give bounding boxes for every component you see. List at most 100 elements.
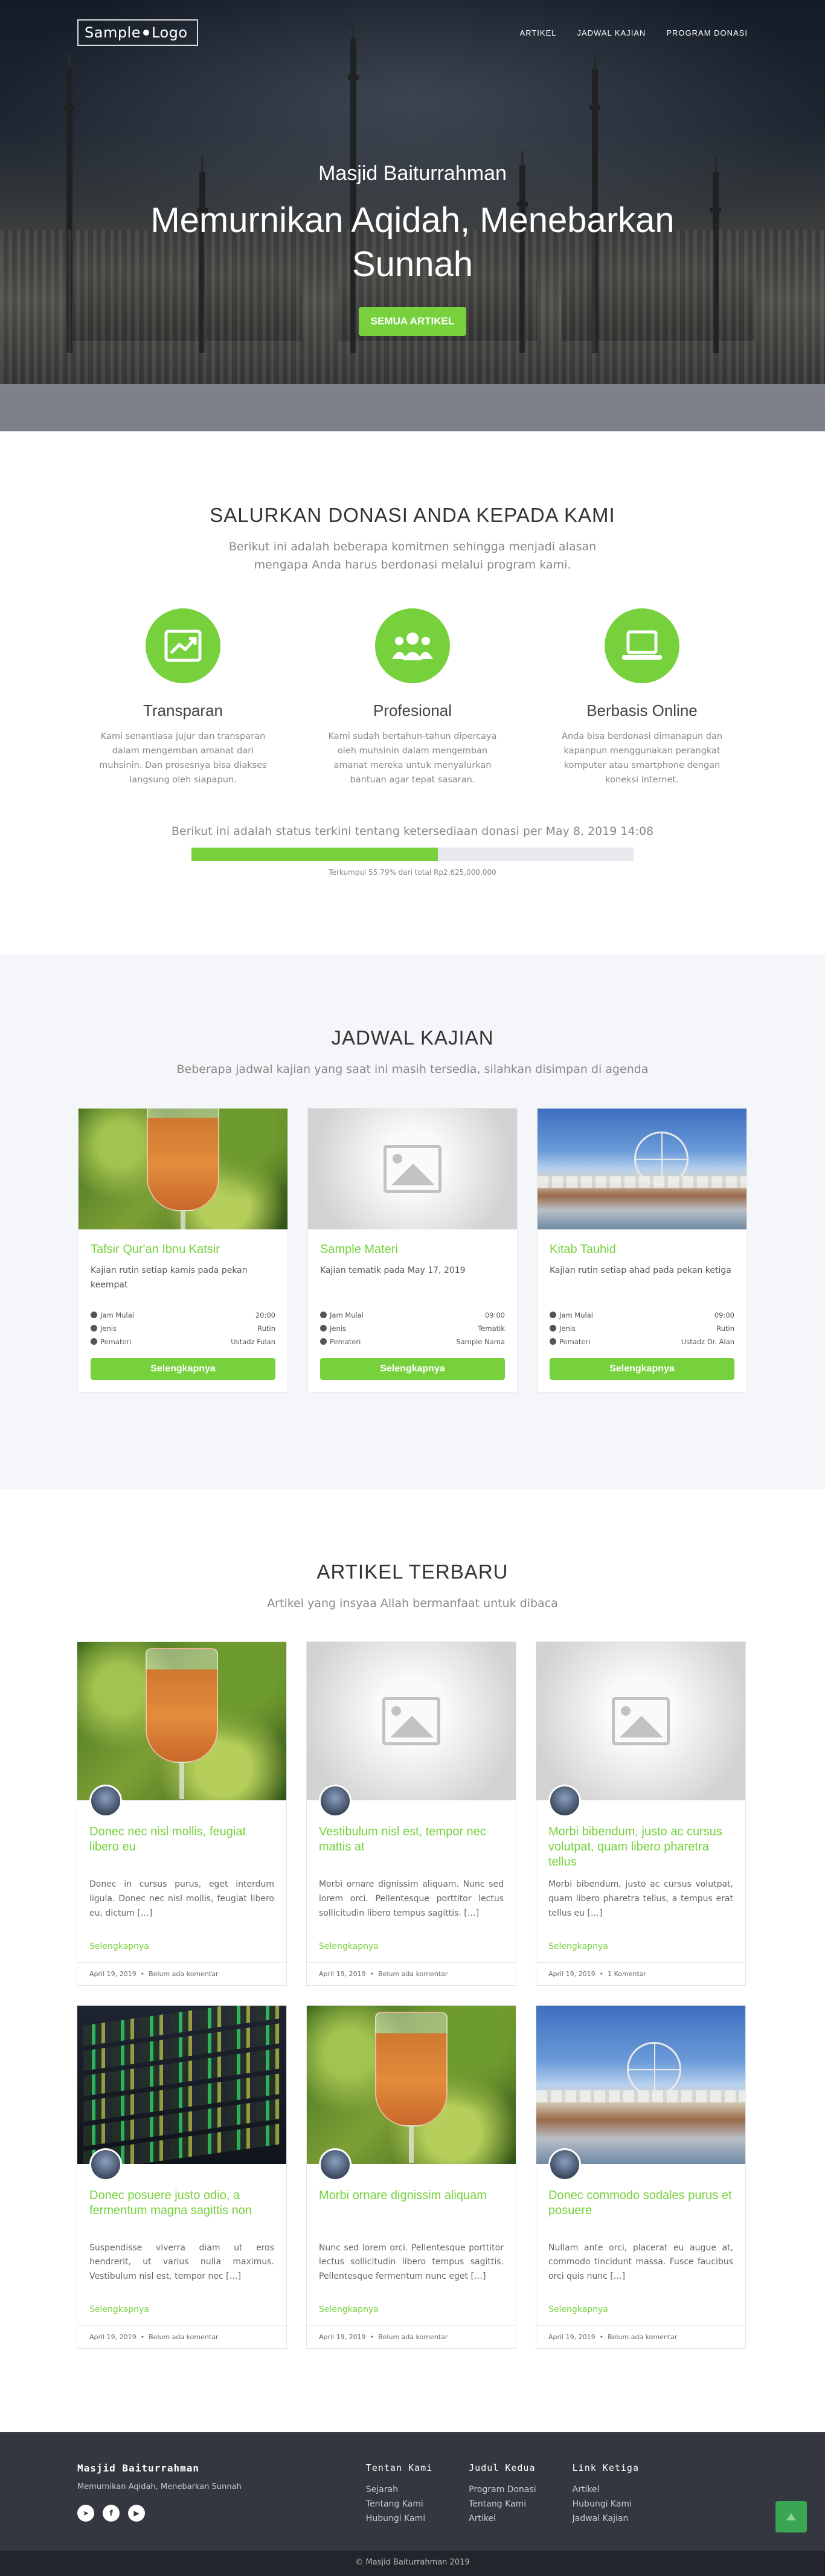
schedule-title-link[interactable]: Sample Materi <box>320 1243 505 1257</box>
article-comments[interactable]: Belum ada komentar <box>608 2333 677 2341</box>
schedule-title-link[interactable]: Tafsir Qur'an Ibnu Katsir <box>91 1243 275 1257</box>
read-more-link[interactable]: Selengkapnya <box>319 2305 504 2325</box>
read-more-link[interactable]: Selengkapnya <box>319 1942 504 1962</box>
schedule-type: Rutin <box>257 1324 275 1333</box>
feature-title: Transparan <box>143 701 223 720</box>
footer-link[interactable]: Hubungi Kami <box>573 2497 639 2512</box>
article-comments[interactable]: Belum ada komentar <box>378 2333 448 2341</box>
author-avatar[interactable] <box>89 1785 122 1818</box>
footer-link[interactable]: Tentang Kami <box>469 2497 536 2512</box>
footer-tagline: Memurnikan Aqidah, Menebarkan Sunnah <box>77 2482 242 2492</box>
article-meta: April 19, 2019 • 1 Komentar <box>536 1962 745 1985</box>
schedule-desc: Kajian rutin setiap kamis pada pekan kee… <box>91 1265 248 1290</box>
footer-column: Link Ketiga Artikel Hubungi Kami Jadwal … <box>573 2462 639 2526</box>
feature-text: Kami senantiasa jujur dan transparan dal… <box>99 731 267 785</box>
article-comments[interactable]: Belum ada komentar <box>378 1970 448 1978</box>
schedule-detail-button[interactable]: Selengkapnya <box>320 1357 505 1380</box>
nav-link-program-donasi[interactable]: PROGRAM DONASI <box>666 28 748 37</box>
articles-section: ARTIKEL TERBARU Artikel yang insyaa Alla… <box>0 1489 825 2432</box>
footer-link[interactable]: Tentang Kami <box>366 2497 432 2512</box>
trending-up-icon <box>146 608 220 683</box>
schedule-title-link[interactable]: Kitab Tauhid <box>550 1243 734 1257</box>
all-articles-button[interactable]: SEMUA ARTIKEL <box>358 307 467 336</box>
team-icon <box>375 608 450 683</box>
placeholder-image[interactable] <box>536 1642 745 1801</box>
youtube-icon[interactable]: ▶ <box>128 2505 145 2522</box>
donation-progress-fill <box>191 848 438 861</box>
donation-status-text: Berikut ini adalah status terkini tentan… <box>171 825 654 839</box>
author-avatar[interactable] <box>548 2148 581 2181</box>
feature-transparan: Transparan Kami senantiasa jujur dan tra… <box>91 608 275 788</box>
feature-text: Anda bisa berdonasi dimanapun dan kapanp… <box>561 731 723 785</box>
nav-link-jadwal-kajian[interactable]: JADWAL KAJIAN <box>577 28 646 37</box>
feature-profesional: Profesional Kami sudah bertahun-tahun di… <box>321 608 504 788</box>
article-title-link[interactable]: Donec commodo sodales purus et posuere <box>548 2188 733 2234</box>
author-avatar[interactable] <box>319 1785 352 1818</box>
footer-link[interactable]: Sejarah <box>366 2483 432 2497</box>
schedule-meta: Jam Mulai 09:00 Jenis Tematik Pemateri Samp… <box>320 1309 505 1348</box>
schedule-time: 09:00 <box>714 1310 734 1319</box>
nav-link-artikel[interactable]: ARTIKEL <box>520 28 557 37</box>
hero-subtitle: Masjid Baiturrahman <box>318 162 507 185</box>
article-date: April 19, 2019 <box>89 1969 136 1978</box>
refresh-icon <box>320 1325 327 1332</box>
schedule-desc: Kajian rutin setiap ahad pada pekan keti… <box>550 1265 731 1275</box>
feature-title: Berbasis Online <box>586 701 698 720</box>
article-excerpt: Morbi bibendum, justo ac cursus volutpat… <box>548 1879 733 1918</box>
schedule-card: Kitab Tauhid Kajian rutin setiap ahad pa… <box>537 1107 747 1393</box>
article-title-link[interactable]: Morbi bibendum, justo ac cursus volutpat… <box>548 1824 733 1870</box>
articles-grid: Donec nec nisl mollis, feugiat libero eu… <box>77 1641 748 2349</box>
clock-icon <box>320 1312 327 1319</box>
author-avatar[interactable] <box>548 1785 581 1818</box>
article-comments[interactable]: Belum ada komentar <box>149 2333 218 2341</box>
schedule-type: Rutin <box>716 1324 734 1333</box>
schedule-detail-button[interactable]: Selengkapnya <box>91 1357 275 1380</box>
champagne-image[interactable] <box>77 1642 286 1801</box>
article-title-link[interactable]: Donec posuere justo odio, a fermentum ma… <box>89 2188 274 2234</box>
schedule-time: 09:00 <box>484 1310 505 1319</box>
hero-section: Sample Logo ARTIKEL JADWAL KAJIAN PROGRA… <box>0 0 825 431</box>
hero-content: Masjid Baiturrahman Memurnikan Aqidah, M… <box>0 162 825 336</box>
champagne-image[interactable] <box>307 2005 516 2164</box>
back-to-top-button[interactable] <box>775 2501 807 2533</box>
article-comments[interactable]: 1 Komentar <box>608 1970 646 1978</box>
footer-link[interactable]: Program Donasi <box>469 2483 536 2497</box>
article-title-link[interactable]: Vestibulum nisl est, tempor nec mattis a… <box>319 1824 504 1870</box>
article-comments[interactable]: Belum ada komentar <box>149 1970 218 1978</box>
author-avatar[interactable] <box>319 2148 352 2181</box>
site-logo[interactable]: Sample Logo <box>77 19 198 46</box>
schedule-type: Tematik <box>478 1324 505 1333</box>
footer-link[interactable]: Hubungi Kami <box>366 2512 432 2526</box>
article-date: April 19, 2019 <box>548 2333 595 2342</box>
social-links: ➤ f ▶ <box>77 2505 242 2522</box>
read-more-link[interactable]: Selengkapnya <box>89 2305 274 2325</box>
image-placeholder-icon <box>612 1697 670 1746</box>
article-card: Morbi ornare dignissim aliquam Nunc sed … <box>306 2004 516 2349</box>
site-footer: Masjid Baiturrahman Memurnikan Aqidah, M… <box>0 2432 825 2551</box>
footer-link[interactable]: Artikel <box>469 2512 536 2526</box>
user-icon <box>91 1338 97 1345</box>
facebook-icon[interactable]: f <box>103 2505 120 2522</box>
author-avatar[interactable] <box>89 2148 122 2181</box>
telegram-icon[interactable]: ➤ <box>77 2505 94 2522</box>
footer-link[interactable]: Artikel <box>573 2483 639 2497</box>
schedule-meta: Jam Mulai 09:00 Jenis Rutin Pemateri Ustadz… <box>550 1309 734 1348</box>
article-meta: April 19, 2019 • Belum ada komentar <box>307 1962 516 1985</box>
article-excerpt: Donec in cursus purus, eget interdum lig… <box>89 1879 274 1918</box>
read-more-link[interactable]: Selengkapnya <box>548 1942 733 1962</box>
article-title-link[interactable]: Morbi ornare dignissim aliquam <box>319 2188 504 2234</box>
schedule-desc: Kajian tematik pada May 17, 2019 <box>320 1265 466 1275</box>
donation-title: SALURKAN DONASI ANDA KEPADA KAMI <box>210 504 615 526</box>
beach-image[interactable] <box>536 2005 745 2164</box>
schedule-time: 20:00 <box>255 1310 275 1319</box>
schedule-detail-button[interactable]: Selengkapnya <box>550 1357 734 1380</box>
arrow-up-icon <box>786 2513 796 2521</box>
footer-link[interactable]: Jadwal Kajian <box>573 2512 639 2526</box>
article-title-link[interactable]: Donec nec nisl mollis, feugiat libero eu <box>89 1824 274 1870</box>
article-date: April 19, 2019 <box>548 1969 595 1978</box>
read-more-link[interactable]: Selengkapnya <box>548 2305 733 2325</box>
feature-text: Kami sudah bertahun-tahun dipercaya oleh… <box>328 731 497 785</box>
placeholder-image[interactable] <box>307 1642 516 1801</box>
audio-mixer-image[interactable] <box>77 2005 286 2164</box>
read-more-link[interactable]: Selengkapnya <box>89 1942 274 1962</box>
